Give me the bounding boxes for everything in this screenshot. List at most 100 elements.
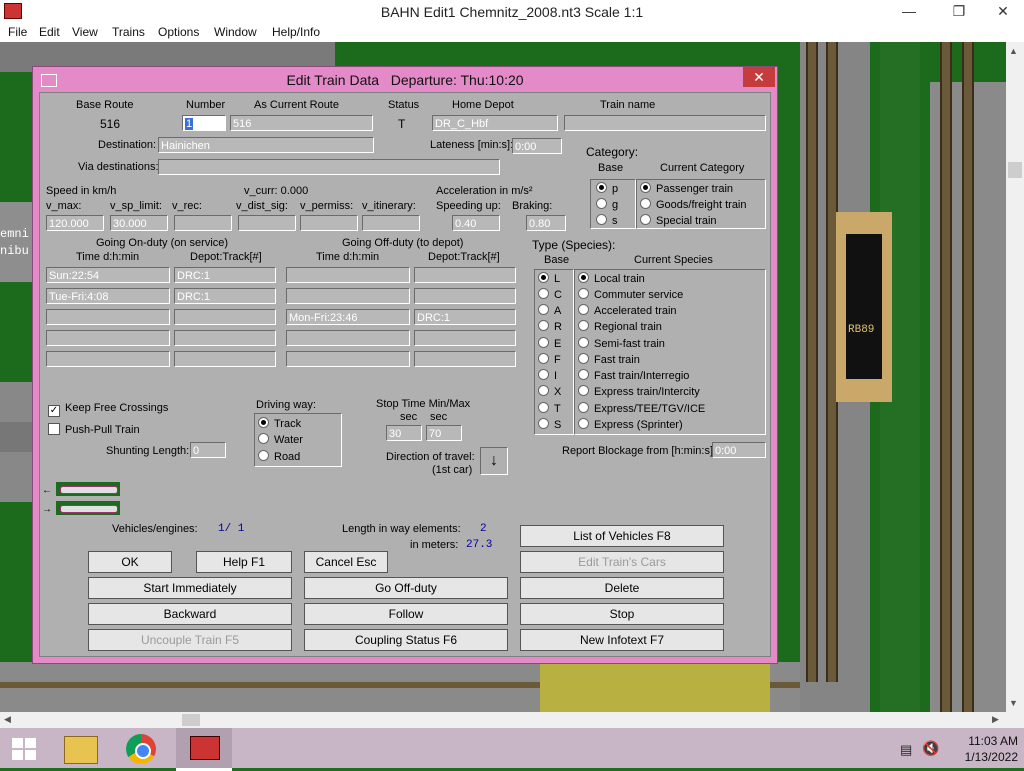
start-immediately-button[interactable]: Start Immediately bbox=[88, 577, 292, 599]
species-base-i[interactable]: I bbox=[538, 369, 557, 383]
volume-muted-icon[interactable]: 🔇 bbox=[922, 740, 939, 757]
off-duty-depot-1[interactable] bbox=[414, 267, 516, 283]
direction-arrow-icon[interactable]: ↓ bbox=[480, 447, 508, 475]
close-icon[interactable]: ✕ bbox=[980, 0, 1024, 22]
off-duty-time-4[interactable] bbox=[286, 330, 410, 346]
off-duty-depot-3[interactable]: DRC:1 bbox=[414, 309, 516, 325]
category-passenger[interactable]: Passenger train bbox=[640, 182, 733, 196]
species-commuter[interactable]: Commuter service bbox=[578, 288, 683, 302]
follow-button[interactable]: Follow bbox=[304, 603, 508, 625]
category-base-s[interactable]: s bbox=[596, 214, 618, 228]
species-interregio[interactable]: Fast train/Interregio bbox=[578, 369, 689, 383]
species-base-r[interactable]: R bbox=[538, 320, 562, 334]
on-duty-time-2[interactable]: Tue-Fri:4:08 bbox=[46, 288, 170, 304]
driving-road[interactable]: Road bbox=[258, 450, 300, 464]
uncouple-button[interactable]: Uncouple Train F5 bbox=[88, 629, 292, 651]
chrome-icon[interactable] bbox=[126, 734, 156, 764]
minimize-icon[interactable]: — bbox=[886, 0, 932, 22]
species-base-c[interactable]: C bbox=[538, 288, 562, 302]
species-fast[interactable]: Fast train bbox=[578, 353, 640, 367]
species-base-l[interactable]: L bbox=[538, 272, 560, 286]
menu-edit[interactable]: Edit bbox=[39, 25, 60, 39]
new-infotext-button[interactable]: New Infotext F7 bbox=[520, 629, 724, 651]
report-blockage-input[interactable]: 0:00 bbox=[712, 442, 766, 458]
clock-time[interactable]: 11:03 AM bbox=[948, 734, 1018, 748]
clock-date[interactable]: 1/13/2022 bbox=[948, 750, 1018, 764]
species-local[interactable]: Local train bbox=[578, 272, 645, 286]
braking-input[interactable]: 0.80 bbox=[526, 215, 566, 231]
push-pull-checkbox[interactable]: Push-Pull Train bbox=[48, 423, 140, 436]
lateness-input[interactable]: 0:00 bbox=[512, 138, 562, 154]
off-duty-time-2[interactable] bbox=[286, 288, 410, 304]
on-duty-time-4[interactable] bbox=[46, 330, 170, 346]
menu-trains[interactable]: Trains bbox=[112, 25, 145, 39]
delete-button[interactable]: Delete bbox=[520, 577, 724, 599]
species-regional[interactable]: Regional train bbox=[578, 320, 662, 334]
current-route-input[interactable]: 516 bbox=[230, 115, 373, 131]
menu-file[interactable]: File bbox=[8, 25, 27, 39]
stop-time-max-input[interactable]: 70 bbox=[426, 425, 462, 441]
species-base-a[interactable]: A bbox=[538, 304, 561, 318]
category-goods[interactable]: Goods/freight train bbox=[640, 198, 747, 212]
on-duty-time-5[interactable] bbox=[46, 351, 170, 367]
bahn-taskbar-button[interactable] bbox=[176, 728, 232, 771]
off-duty-depot-2[interactable] bbox=[414, 288, 516, 304]
on-duty-depot-5[interactable] bbox=[174, 351, 276, 367]
on-duty-time-1[interactable]: Sun:22:54 bbox=[46, 267, 170, 283]
v-itinerary-input[interactable] bbox=[362, 215, 420, 231]
menu-options[interactable]: Options bbox=[158, 25, 199, 39]
file-explorer-icon[interactable] bbox=[64, 736, 98, 764]
driving-track[interactable]: Track bbox=[258, 417, 301, 431]
v-max-input[interactable]: 120.000 bbox=[46, 215, 104, 231]
species-sprinter[interactable]: Express (Sprinter) bbox=[578, 418, 683, 432]
species-base-t[interactable]: T bbox=[538, 402, 561, 416]
v-rec-input[interactable] bbox=[174, 215, 232, 231]
species-base-s[interactable]: S bbox=[538, 418, 561, 432]
on-duty-time-3[interactable] bbox=[46, 309, 170, 325]
species-ice[interactable]: Express/TEE/TGV/ICE bbox=[578, 402, 705, 416]
v-dist-sig-input[interactable] bbox=[238, 215, 296, 231]
species-base-x[interactable]: X bbox=[538, 385, 561, 399]
driving-water[interactable]: Water bbox=[258, 433, 303, 447]
cancel-button[interactable]: Cancel Esc bbox=[304, 551, 388, 573]
shunting-input[interactable]: 0 bbox=[190, 442, 226, 458]
v-permiss-input[interactable] bbox=[300, 215, 358, 231]
windows-start-icon[interactable] bbox=[12, 738, 36, 760]
dialog-close-icon[interactable]: ✕ bbox=[743, 67, 775, 87]
stop-time-min-input[interactable]: 30 bbox=[386, 425, 422, 441]
menu-window[interactable]: Window bbox=[214, 25, 257, 39]
species-accelerated[interactable]: Accelerated train bbox=[578, 304, 677, 318]
via-input[interactable] bbox=[158, 159, 500, 175]
category-base-g[interactable]: g bbox=[596, 198, 618, 212]
menu-help-info[interactable]: Help/Info bbox=[272, 25, 320, 39]
speeding-up-input[interactable]: 0.40 bbox=[452, 215, 500, 231]
on-duty-depot-2[interactable]: DRC:1 bbox=[174, 288, 276, 304]
species-base-e[interactable]: E bbox=[538, 337, 561, 351]
category-base-p[interactable]: p bbox=[596, 182, 618, 196]
destination-input[interactable]: Hainichen bbox=[158, 137, 374, 153]
v-sp-limit-input[interactable]: 30.000 bbox=[110, 215, 168, 231]
species-intercity[interactable]: Express train/Intercity bbox=[578, 385, 700, 399]
edit-cars-button[interactable]: Edit Train's Cars bbox=[520, 551, 724, 573]
train-thumbnail-icon[interactable] bbox=[56, 482, 120, 496]
off-duty-depot-5[interactable] bbox=[414, 351, 516, 367]
category-special[interactable]: Special train bbox=[640, 214, 717, 228]
off-duty-time-1[interactable] bbox=[286, 267, 410, 283]
train-name-input[interactable] bbox=[564, 115, 766, 131]
off-duty-depot-4[interactable] bbox=[414, 330, 516, 346]
vertical-scrollbar[interactable]: ▲ ▼ bbox=[1006, 42, 1024, 712]
train-thumbnail-reverse-icon[interactable] bbox=[56, 501, 120, 515]
on-duty-depot-1[interactable]: DRC:1 bbox=[174, 267, 276, 283]
network-icon[interactable]: ▤ bbox=[900, 742, 912, 758]
menu-view[interactable]: View bbox=[72, 25, 98, 39]
on-duty-depot-3[interactable] bbox=[174, 309, 276, 325]
keep-free-crossings-checkbox[interactable]: ✓ Keep Free Crossings bbox=[48, 402, 168, 417]
go-off-duty-button[interactable]: Go Off-duty bbox=[304, 577, 508, 599]
home-depot-input[interactable]: DR_C_Hbf bbox=[432, 115, 558, 131]
species-semi-fast[interactable]: Semi-fast train bbox=[578, 337, 665, 351]
list-vehicles-button[interactable]: List of Vehicles F8 bbox=[520, 525, 724, 547]
ok-button[interactable]: OK bbox=[88, 551, 172, 573]
help-button[interactable]: Help F1 bbox=[196, 551, 292, 573]
off-duty-time-3[interactable]: Mon-Fri:23:46 bbox=[286, 309, 410, 325]
species-base-f[interactable]: F bbox=[538, 353, 561, 367]
